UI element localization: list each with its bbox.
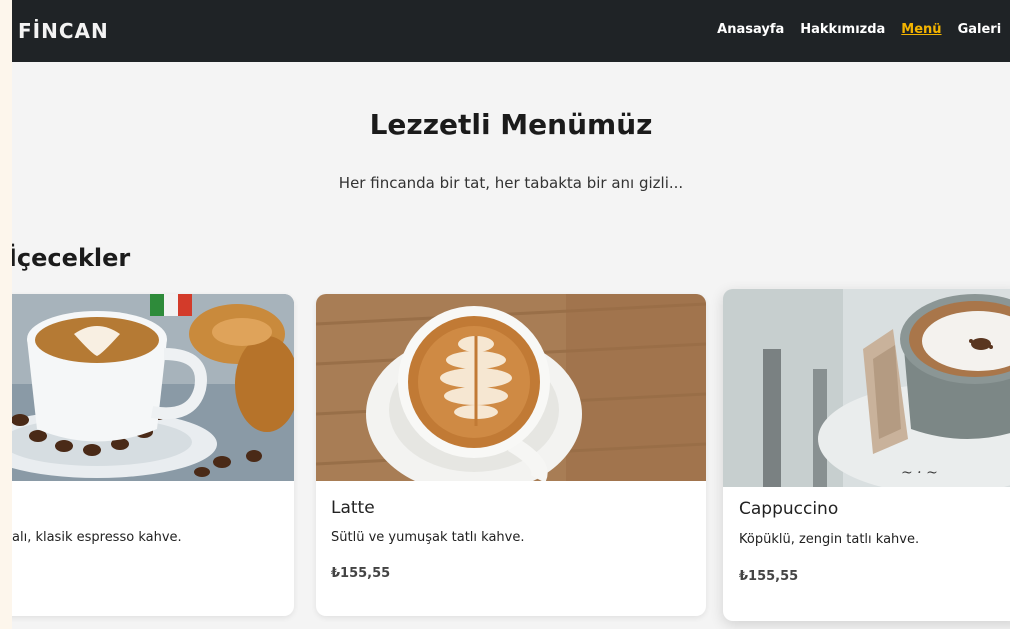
card-price: ₺155,55 — [739, 569, 799, 584]
menu-card-espresso[interactable]: alı, klasik espresso kahve. — [12, 294, 294, 616]
latte-photo — [316, 294, 706, 481]
nav-links: Anasayfa Hakkımızda Menü Galeri İ — [717, 22, 1010, 37]
nav-link-galeri[interactable]: Galeri — [958, 22, 1002, 37]
page-viewport: FİNCAN Anasayfa Hakkımızda Menü Galeri İ… — [12, 0, 1010, 629]
espresso-photo — [12, 294, 294, 481]
menu-card-latte[interactable]: Latte Sütlü ve yumuşak tatlı kahve. ₺155… — [316, 294, 706, 616]
page-title: Lezzetli Menümüz — [369, 108, 653, 141]
brand-logo[interactable]: FİNCAN — [18, 19, 109, 43]
cappuccino-image: ~ · ~ — [723, 289, 1010, 487]
nav-link-menu[interactable]: Menü — [901, 22, 941, 37]
nav-link-hakkimizda[interactable]: Hakkımızda — [800, 22, 885, 37]
cappuccino-photo: ~ · ~ — [723, 289, 1010, 487]
nav-link-anasayfa[interactable]: Anasayfa — [717, 22, 784, 37]
section-title: İçecekler — [12, 244, 130, 272]
card-name: Cappuccino — [739, 499, 839, 519]
navbar: FİNCAN Anasayfa Hakkımızda Menü Galeri İ — [12, 0, 1010, 62]
card-price: ₺155,55 — [331, 566, 391, 581]
section-title-text: İçecekler — [12, 244, 131, 272]
espresso-image — [12, 294, 294, 481]
card-name: Latte — [331, 498, 375, 518]
card-description: Sütlü ve yumuşak tatlı kahve. — [331, 530, 525, 545]
menu-card-cappuccino[interactable]: ~ · ~ Cappuccino Köpüklü, zengin tatlı k… — [723, 289, 1010, 621]
card-description: alı, klasik espresso kahve. — [12, 530, 182, 545]
svg-text:~ · ~: ~ · ~ — [901, 465, 938, 481]
page-subtitle: Her fincanda bir tat, her tabakta bir an… — [338, 174, 684, 192]
card-description: Köpüklü, zengin tatlı kahve. — [739, 532, 920, 547]
latte-image — [316, 294, 706, 481]
